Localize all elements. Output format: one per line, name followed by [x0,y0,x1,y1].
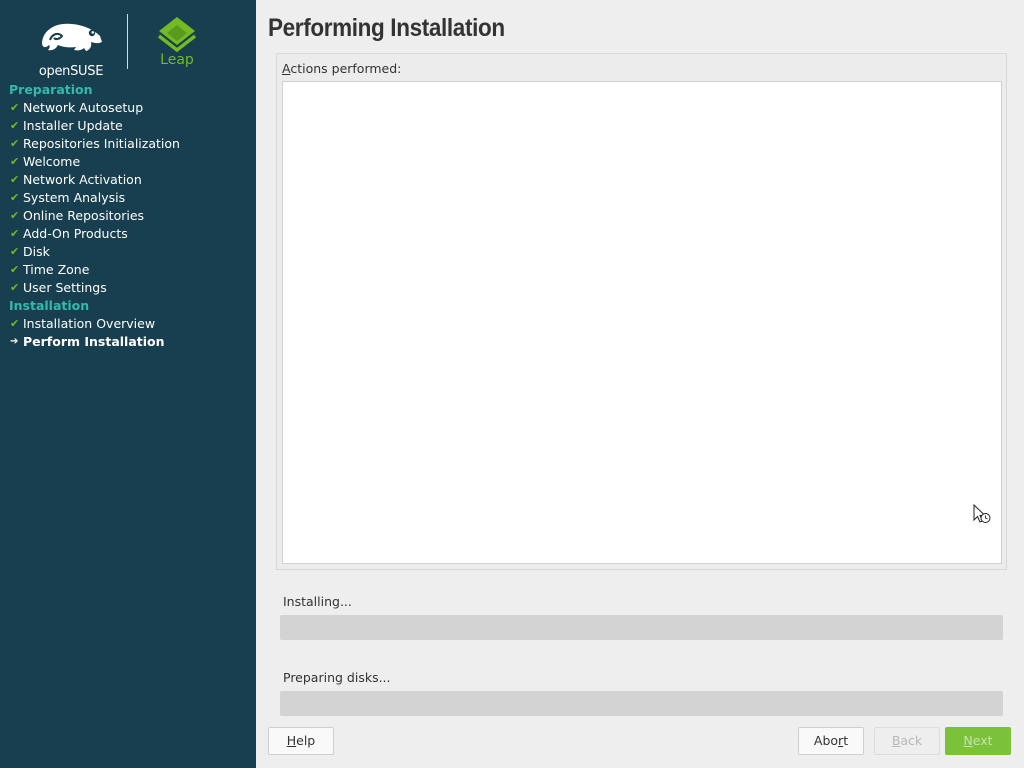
step-group-preparation: Preparation [9,82,93,97]
sidebar-item-installation-overview: ✔ Installation Overview [0,315,256,333]
sidebar-item-label: Repositories Initialization [23,136,180,151]
page-title: Performing Installation [268,14,505,42]
sidebar-item-label: Installation Overview [23,316,156,331]
leap-logo: Leap [155,16,199,68]
sidebar-item-add-on-products: ✔ Add-On Products [0,225,256,243]
checkmark-icon: ✔ [10,317,20,330]
leap-wordmark: Leap [160,52,194,68]
sidebar-item-perform-installation: ➔ Perform Installation [0,333,256,351]
checkmark-icon: ✔ [10,209,20,222]
checkmark-icon: ✔ [10,191,20,204]
sidebar-item-user-settings: ✔ User Settings [0,279,256,297]
checkmark-icon: ✔ [10,263,20,276]
abort-button[interactable]: Abort [798,727,864,755]
back-button[interactable]: Back [874,727,940,755]
sidebar-item-label: Installer Update [23,118,123,133]
sidebar-item-label: Add-On Products [23,226,128,241]
actions-log[interactable] [282,81,1002,564]
sidebar-item-label: Network Activation [23,172,142,187]
sidebar-item-installer-update: ✔ Installer Update [0,117,256,135]
opensuse-wordmark: openSUSE [38,64,104,79]
arrow-right-icon: ➔ [10,336,19,347]
sidebar-item-network-autosetup: ✔ Network Autosetup [0,99,256,117]
opensuse-logo: openSUSE [36,18,106,79]
installation-steps: Preparation ✔ Network Autosetup ✔ Installer … [0,81,256,351]
checkmark-icon: ✔ [10,101,20,114]
installing-progress-bar [280,615,1003,640]
sidebar-item-disk: ✔ Disk [0,243,256,261]
sidebar-item-repositories-initialization: ✔ Repositories Initialization [0,135,256,153]
checkmark-icon: ✔ [10,137,20,150]
help-button[interactable]: Help [268,727,334,755]
leap-diamond-icon [157,17,197,53]
step-group-installation: Installation [9,298,90,313]
logo-area: openSUSE Leap [0,0,256,80]
checkmark-icon: ✔ [10,173,20,186]
installing-progress-label: Installing... [283,594,352,609]
actions-frame: Actions performed: [276,53,1007,570]
preparing-disks-progress-bar [280,691,1003,716]
preparing-disks-label: Preparing disks... [283,670,391,685]
sidebar-item-network-activation: ✔ Network Activation [0,171,256,189]
sidebar-item-welcome: ✔ Welcome [0,153,256,171]
sidebar-item-label: User Settings [23,280,107,295]
sidebar-item-label: Welcome [23,154,81,169]
sidebar-item-label: Time Zone [23,262,90,277]
next-button[interactable]: Next [945,727,1011,755]
sidebar-item-label: Online Repositories [23,208,145,223]
sidebar-item-label: Network Autosetup [23,100,144,115]
sidebar-item-online-repositories: ✔ Online Repositories [0,207,256,225]
sidebar-item-time-zone: ✔ Time Zone [0,261,256,279]
logo-divider [127,14,128,69]
checkmark-icon: ✔ [10,245,20,258]
checkmark-icon: ✔ [10,227,20,240]
busy-cursor-icon [973,503,993,526]
chameleon-icon [42,23,102,51]
sidebar-item-label: Perform Installation [23,334,165,349]
sidebar-item-label: Disk [23,244,50,259]
sidebar-item-label: System Analysis [23,190,126,205]
checkmark-icon: ✔ [10,119,20,132]
sidebar-item-system-analysis: ✔ System Analysis [0,189,256,207]
checkmark-icon: ✔ [10,281,20,294]
checkmark-icon: ✔ [10,155,20,168]
actions-label: Actions performed: [282,61,402,76]
sidebar: openSUSE Leap Preparation ✔ Network Autose… [0,0,256,768]
main-content: Performing Installation Actions performe… [256,0,1024,768]
